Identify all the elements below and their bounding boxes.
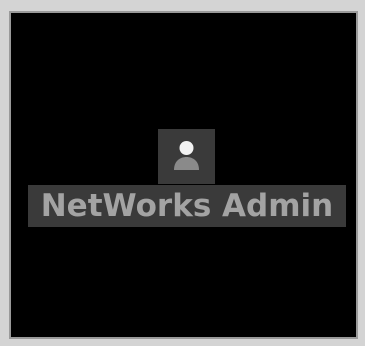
user-icon	[174, 141, 199, 170]
login-screen: NetWorks Admin	[9, 11, 358, 339]
user-tile: NetWorks Admin	[11, 13, 356, 337]
window-frame: NetWorks Admin	[0, 0, 365, 346]
user-name-label[interactable]: NetWorks Admin	[28, 185, 346, 227]
user-avatar-button[interactable]	[158, 129, 215, 184]
